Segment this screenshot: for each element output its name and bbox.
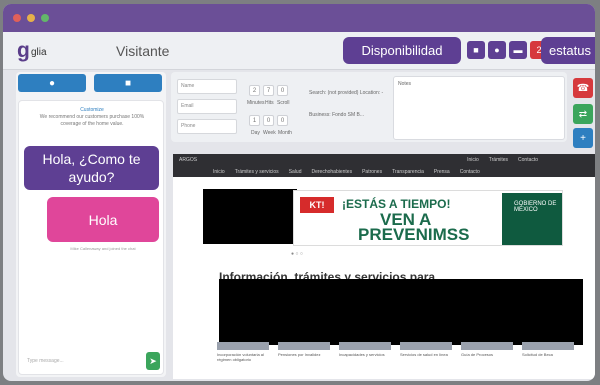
- glia-logo: g glia: [17, 39, 47, 62]
- nav-top-item[interactable]: ARGOS: [179, 157, 197, 163]
- nav-top-item[interactable]: Contacto: [518, 157, 538, 163]
- nav-item[interactable]: Patrones: [362, 169, 382, 175]
- search-info: Search: (not provided) Location: -: [309, 90, 384, 96]
- label-month: Month: [278, 130, 292, 136]
- service-card[interactable]: Guía de Procesos: [461, 342, 513, 377]
- recommendation-title: Customize: [80, 107, 104, 113]
- plus-icon: +: [580, 132, 586, 144]
- video-icon: ■: [124, 77, 132, 89]
- carousel-dots[interactable]: ● ○ ○: [291, 251, 303, 257]
- app-header: g glia Visitante Disponibilidad ■ ● ▬ 2 …: [3, 32, 595, 70]
- notes-label: Notes: [398, 81, 412, 87]
- app-window: g glia Visitante Disponibilidad ■ ● ▬ 2 …: [3, 4, 595, 381]
- name-field[interactable]: Name: [177, 79, 237, 94]
- banner-tag: KT!: [300, 197, 334, 213]
- visitor-meta: Mike Callenaway and joined the chat: [70, 246, 136, 251]
- message-input[interactable]: Type message...: [23, 352, 135, 370]
- site-nav-main: Inicio Trámites y servicios Salud Derech…: [173, 166, 595, 177]
- notes-textarea[interactable]: Notes: [393, 76, 565, 140]
- visitor-info-form: Name Email Phone 2 7 0 Minutes Hits Scro…: [171, 72, 567, 142]
- service-card[interactable]: Incorporación voluntaria al régimen obli…: [217, 342, 269, 377]
- site-navbar: ARGOS Inicio Trámites Contacto Inicio Tr…: [173, 154, 595, 177]
- nav-top-item[interactable]: Trámites: [489, 157, 508, 163]
- email-field[interactable]: Email: [177, 99, 237, 114]
- header-toolbar: ■ ● ▬ 2: [467, 41, 548, 61]
- nav-item[interactable]: Derechohabientes: [311, 169, 352, 175]
- business-info: Business: Fondo SM B...: [309, 112, 365, 118]
- mic-icon[interactable]: ●: [488, 41, 506, 59]
- service-thumbnails: Incorporación voluntaria al régimen obli…: [217, 342, 577, 377]
- label-hits: Hits: [265, 100, 274, 106]
- maximize-window-dot[interactable]: [41, 14, 49, 22]
- cobrowse-webview[interactable]: ARGOS Inicio Trámites Contacto Inicio Tr…: [173, 154, 595, 379]
- label-minutes: Minutes: [247, 100, 265, 106]
- mic-icon: ●: [48, 77, 56, 89]
- service-card[interactable]: Solicitud de Beca: [522, 342, 574, 377]
- title-bar: [3, 4, 595, 32]
- send-button[interactable]: ➤: [146, 352, 160, 370]
- chat-icon[interactable]: ▬: [509, 41, 527, 59]
- promo-banner[interactable]: KT! ¡ESTÁS A TIEMPO! VEN A PREVENIMSS GO…: [293, 190, 563, 246]
- send-icon: ➤: [149, 355, 157, 366]
- nav-item[interactable]: Contacto: [460, 169, 480, 175]
- nav-item[interactable]: Salud: [289, 169, 302, 175]
- government-logo: GOBIERNO DE MÉXICO: [514, 201, 557, 213]
- visitor-message-bubble: Hola: [47, 197, 159, 242]
- banner-headline: ¡ESTÁS A TIEMPO!: [342, 197, 451, 211]
- phone-field[interactable]: Phone: [177, 119, 237, 134]
- chat-panel: ● ■ Customize We recommend our customers…: [16, 72, 166, 377]
- label-scroll: Scroll: [277, 100, 290, 106]
- label-day: Day: [251, 130, 260, 136]
- redacted-block: [203, 189, 297, 244]
- nav-top-item[interactable]: Inicio: [467, 157, 479, 163]
- counter-scroll: 0: [277, 85, 288, 96]
- service-card[interactable]: Incapacidades y servicios: [339, 342, 391, 377]
- agent-message-bubble: Hola, ¿Como te ayudo?: [24, 146, 159, 190]
- service-card[interactable]: Pensiones por Invalidez: [278, 342, 330, 377]
- counter-hits: 7: [263, 85, 274, 96]
- label-week: Week: [263, 130, 276, 136]
- status-button[interactable]: estatus: [541, 37, 595, 64]
- recommendation-text: We recommend our customers purchase 100%…: [39, 114, 145, 127]
- page-title: Visitante: [116, 43, 170, 59]
- banner-side: GOBIERNO DE MÉXICO: [502, 193, 562, 245]
- counter-week: 0: [263, 115, 274, 126]
- logo-text: glia: [31, 47, 47, 58]
- transfer-button[interactable]: ⇄: [573, 104, 593, 124]
- transfer-icon: ⇄: [578, 108, 588, 120]
- add-button[interactable]: +: [573, 128, 593, 148]
- availability-button[interactable]: Disponibilidad: [343, 37, 461, 64]
- end-call-button[interactable]: ☎: [573, 78, 593, 98]
- video-tab[interactable]: ■: [94, 74, 162, 92]
- counter-month: 0: [277, 115, 288, 126]
- service-card[interactable]: Servicios de salud en línea: [400, 342, 452, 377]
- site-nav-top: ARGOS Inicio Trámites Contacto: [173, 154, 595, 166]
- minimize-window-dot[interactable]: [27, 14, 35, 22]
- counter-minutes: 2: [249, 85, 260, 96]
- banner-line2: PREVENIMSS: [358, 225, 470, 244]
- nav-item[interactable]: Prensa: [434, 169, 450, 175]
- counter-day: 1: [249, 115, 260, 126]
- end-call-icon: ☎: [576, 82, 590, 94]
- nav-item[interactable]: Trámites y servicios: [235, 169, 279, 175]
- nav-item[interactable]: Inicio: [213, 169, 225, 175]
- video-icon[interactable]: ■: [467, 41, 485, 59]
- redacted-block: [219, 279, 583, 345]
- chat-transcript: Customize We recommend our customers pur…: [18, 100, 164, 375]
- close-window-dot[interactable]: [13, 14, 21, 22]
- mic-tab[interactable]: ●: [18, 74, 86, 92]
- nav-item[interactable]: Transparencia: [392, 169, 424, 175]
